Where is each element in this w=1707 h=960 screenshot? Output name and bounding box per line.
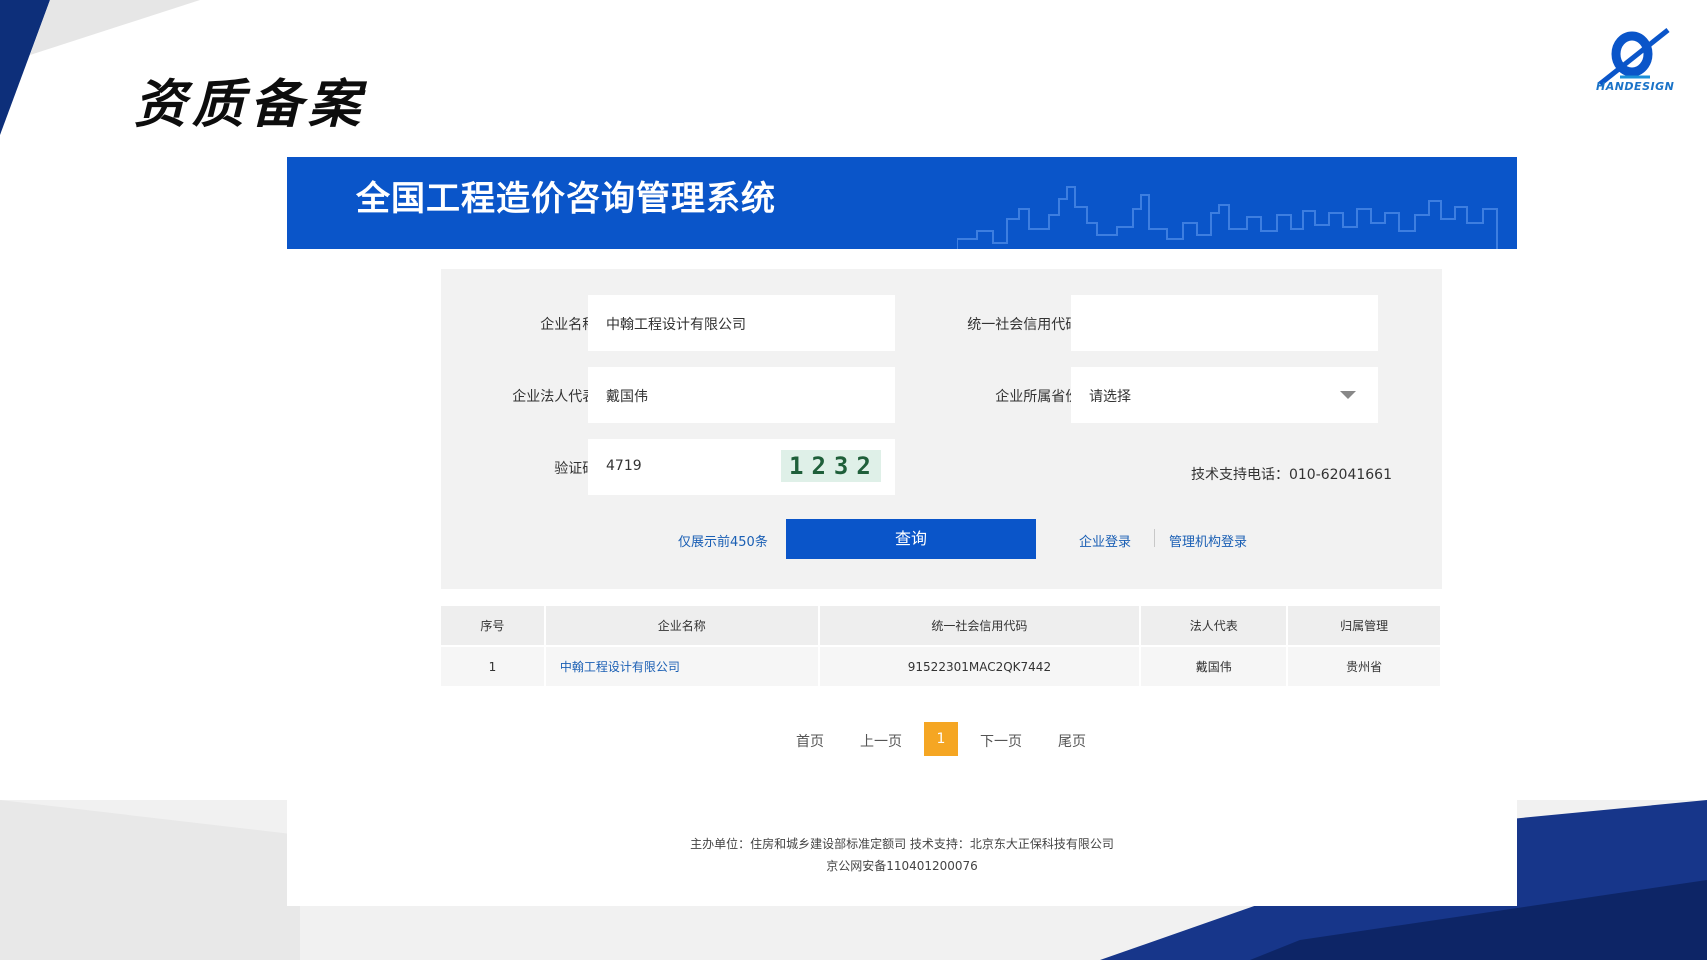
- captcha-input-value: 4719: [606, 458, 642, 474]
- prev-page-link[interactable]: 上一页: [860, 731, 902, 751]
- legal-rep-label: 企业法人代表:: [512, 389, 601, 405]
- captcha-image[interactable]: 1232: [781, 450, 881, 482]
- city-skyline-icon: [957, 186, 1498, 249]
- captcha-input[interactable]: 4719 1232: [588, 439, 895, 495]
- column-header: 序号: [441, 606, 546, 646]
- app-header: 全国工程造价咨询管理系统: [287, 157, 1517, 249]
- column-header: 归属管理: [1287, 606, 1442, 646]
- legal-rep-value: 戴国伟: [606, 389, 648, 405]
- province-value: 请选择: [1089, 389, 1131, 405]
- results-table: 序号 企业名称 统一社会信用代码 法人代表 归属管理 1 中翰工程设计有限公司 …: [441, 606, 1442, 686]
- footer-sponsor: 主办单位：住房和城乡建设部标准定额司 技术支持：北京东大正保科技有限公司: [690, 837, 1114, 851]
- app-window: 全国工程造价咨询管理系统 企业名称: 中翰工程设计有限公司 统一社会信用代码: …: [287, 157, 1517, 906]
- column-header: 企业名称: [544, 606, 820, 646]
- province-label: 企业所属省份:: [995, 389, 1084, 405]
- logo-wordmark: HANDESIGN: [1596, 80, 1675, 93]
- footer-icp: 京公网安备110401200076: [826, 859, 978, 873]
- query-button[interactable]: 查询: [786, 519, 1036, 559]
- search-panel: 企业名称: 中翰工程设计有限公司 统一社会信用代码: 企业法人代表: 戴国伟 企…: [441, 269, 1442, 589]
- app-title: 全国工程造价咨询管理系统: [356, 179, 776, 219]
- company-name-input[interactable]: 中翰工程设计有限公司: [588, 295, 895, 351]
- first-page-link[interactable]: 首页: [796, 731, 824, 751]
- chevron-down-icon: [1340, 391, 1356, 399]
- legal-rep-cell: 戴国伟: [1140, 645, 1289, 686]
- column-header: 法人代表: [1140, 606, 1289, 646]
- pagination: 首页 上一页 1 下一页 尾页: [287, 722, 1517, 756]
- captcha-label: 验证码:: [554, 461, 601, 477]
- legal-rep-input[interactable]: 戴国伟: [588, 367, 895, 423]
- credit-code-label: 统一社会信用代码:: [967, 317, 1084, 333]
- credit-code-cell: 91522301MAC2QK7442: [818, 645, 1142, 686]
- limit-note-link[interactable]: 仅展示前450条: [678, 531, 768, 550]
- credit-code-input[interactable]: [1071, 295, 1378, 351]
- last-page-link[interactable]: 尾页: [1058, 731, 1086, 751]
- province-select[interactable]: 请选择: [1071, 367, 1378, 423]
- agency-login-link[interactable]: 管理机构登录: [1169, 531, 1247, 550]
- link-divider: [1154, 529, 1155, 547]
- province-cell: 贵州省: [1287, 645, 1442, 686]
- company-name-label: 企业名称:: [540, 317, 601, 333]
- company-name-value: 中翰工程设计有限公司: [606, 317, 746, 333]
- row-index: 1: [441, 645, 546, 686]
- company-name-link[interactable]: 中翰工程设计有限公司: [544, 645, 820, 686]
- next-page-link[interactable]: 下一页: [980, 731, 1022, 751]
- current-page[interactable]: 1: [924, 722, 958, 756]
- company-login-link[interactable]: 企业登录: [1079, 531, 1131, 550]
- slide-title: 资质备案: [134, 75, 367, 135]
- table-row: 1 中翰工程设计有限公司 91522301MAC2QK7442 戴国伟 贵州省: [441, 645, 1442, 686]
- column-header: 统一社会信用代码: [818, 606, 1142, 646]
- table-header-row: 序号 企业名称 统一社会信用代码 法人代表 归属管理: [441, 606, 1442, 646]
- support-phone: 技术支持电话：010-62041661: [1190, 467, 1392, 483]
